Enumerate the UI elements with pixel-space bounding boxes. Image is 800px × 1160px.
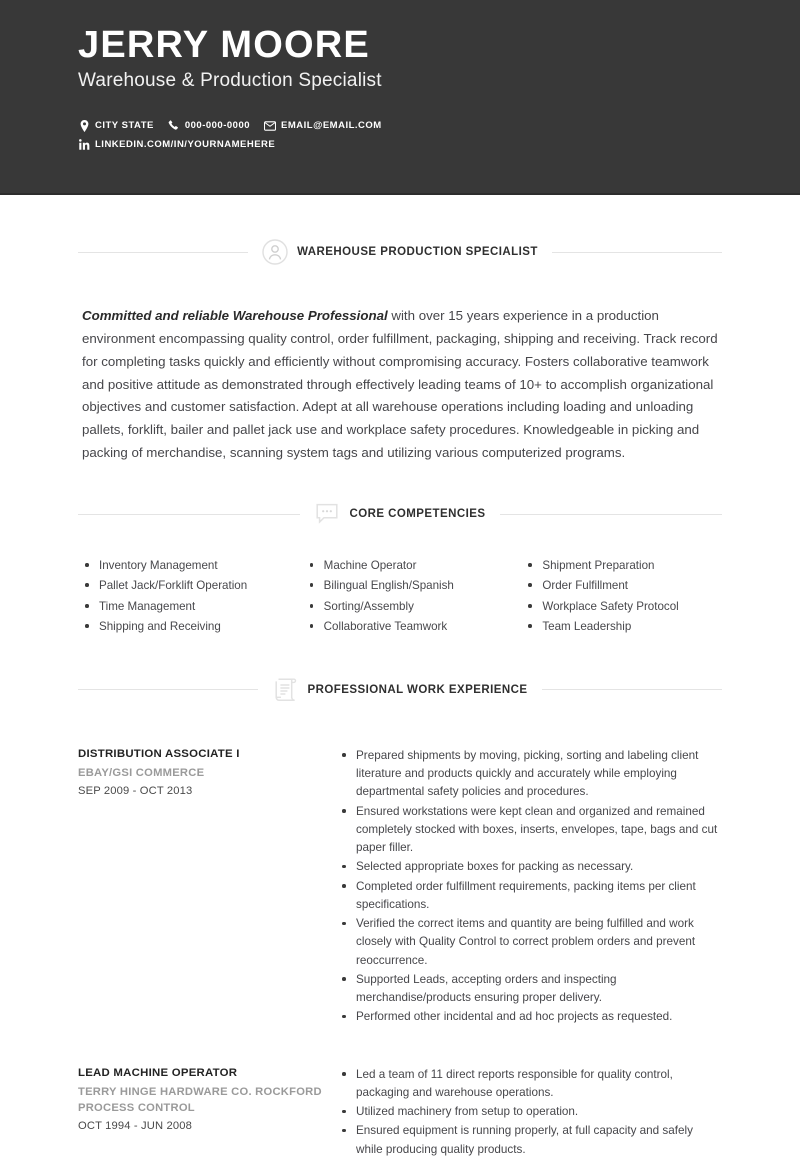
contact-email-text: EMAIL@EMAIL.COM — [281, 120, 382, 132]
job-bullet-list: Led a team of 11 direct reports responsi… — [338, 1066, 722, 1159]
spacer-top — [78, 195, 722, 239]
speech-bubble-icon — [314, 501, 340, 527]
person-circle-icon — [262, 239, 288, 265]
job-bullet-list: Prepared shipments by moving, picking, s… — [338, 747, 722, 1027]
list-item: Pallet Jack/Forklift Operation — [82, 577, 293, 595]
job-dates: SEP 2009 - OCT 2013 — [78, 784, 193, 797]
contact-phone[interactable]: 000-000-0000 — [168, 120, 250, 132]
contact-linkedin-text: LINKEDIN.COM/IN/YOURNAMEHERE — [95, 139, 276, 151]
list-item: Performed other incidental and ad hoc pr… — [338, 1008, 722, 1026]
contact-block: CITY STATE 000-000-0000 EMAIL@EMAIL.COM — [78, 119, 800, 151]
spacer-competencies — [78, 465, 722, 501]
contact-location[interactable]: CITY STATE — [78, 119, 154, 132]
list-item: Selected appropriate boxes for packing a… — [338, 858, 722, 876]
list-item: Led a team of 11 direct reports responsi… — [338, 1066, 722, 1103]
divider-right — [551, 251, 722, 253]
candidate-name: JERRY MOORE — [78, 24, 370, 66]
job-company: TERRY HINGE HARDWARE CO. ROCKFORD PROCES… — [78, 1086, 322, 1115]
experience-details: Led a team of 11 direct reports responsi… — [336, 1066, 722, 1160]
divider-left — [78, 251, 249, 253]
list-item: Shipping and Receiving — [82, 618, 293, 636]
section-heading-center: CORE COMPETENCIES — [300, 501, 499, 527]
experience-meta: LEAD MACHINE OPERATOR TERRY HINGE HARDWA… — [78, 1066, 336, 1160]
list-item: Machine Operator — [307, 557, 508, 575]
spacer-jobs — [78, 703, 722, 747]
scroll-document-icon — [272, 677, 298, 703]
candidate-job-title: Warehouse & Production Specialist — [78, 69, 382, 91]
divider-right — [541, 689, 722, 691]
list-item: Verified the correct items and quantity … — [338, 915, 722, 970]
list-item: Inventory Management — [82, 557, 293, 575]
list-item: Supported Leads, accepting orders and in… — [338, 971, 722, 1008]
list-item: Utilized machinery from setup to operati… — [338, 1103, 722, 1121]
competency-column-2: Machine Operator Bilingual English/Spani… — [293, 557, 508, 639]
divider-left — [78, 513, 301, 515]
section-title-summary: WAREHOUSE PRODUCTION SPECIALIST — [297, 246, 538, 258]
competency-list: Machine Operator Bilingual English/Spani… — [307, 557, 508, 636]
list-item: Sorting/Assembly — [307, 598, 508, 616]
list-item: Workplace Safety Protocol — [525, 598, 722, 616]
section-title-experience: PROFESSIONAL WORK EXPERIENCE — [307, 683, 528, 696]
job-role: DISTRIBUTION ASSOCIATE I — [78, 747, 240, 760]
section-heading-summary: WAREHOUSE PRODUCTION SPECIALIST — [78, 239, 722, 265]
contact-email[interactable]: EMAIL@EMAIL.COM — [264, 120, 382, 132]
competency-list: Shipment Preparation Order Fulfillment W… — [525, 557, 722, 636]
list-item: Prepared shipments by moving, picking, s… — [338, 747, 722, 802]
list-item: Shipment Preparation — [525, 557, 722, 575]
list-item: Bilingual English/Spanish — [307, 577, 508, 595]
divider-right — [499, 513, 722, 515]
spacer-experience — [78, 639, 722, 677]
contact-line-linkedin: LINKEDIN.COM/IN/YOURNAMEHERE — [78, 139, 800, 151]
resume-header: JERRY MOORE Warehouse & Production Speci… — [0, 0, 800, 195]
experience-details: Prepared shipments by moving, picking, s… — [336, 747, 722, 1028]
location-pin-icon — [78, 119, 90, 132]
spacer-competency-list — [78, 527, 722, 557]
list-item: Completed order fulfillment requirements… — [338, 878, 722, 915]
job-role: LEAD MACHINE OPERATOR — [78, 1066, 238, 1079]
contact-location-text: CITY STATE — [95, 120, 154, 132]
list-item: Ensured equipment is running properly, a… — [338, 1122, 722, 1159]
competency-list: Inventory Management Pallet Jack/Forklif… — [82, 557, 293, 636]
experience-entry: DISTRIBUTION ASSOCIATE I EBAY/GSI COMMER… — [78, 747, 722, 1028]
phone-icon — [168, 120, 180, 132]
section-heading-center: PROFESSIONAL WORK EXPERIENCE — [258, 677, 541, 703]
list-item: Ensured workstations were kept clean and… — [338, 803, 722, 858]
experience-meta: DISTRIBUTION ASSOCIATE I EBAY/GSI COMMER… — [78, 747, 336, 1028]
section-heading-competencies: CORE COMPETENCIES — [78, 501, 722, 527]
resume-body: WAREHOUSE PRODUCTION SPECIALIST Committe… — [0, 195, 800, 1160]
list-item: Order Fulfillment — [525, 577, 722, 595]
contact-linkedin[interactable]: LINKEDIN.COM/IN/YOURNAMEHERE — [78, 139, 275, 151]
job-company: EBAY/GSI COMMERCE — [78, 767, 205, 780]
competency-column-3: Shipment Preparation Order Fulfillment W… — [507, 557, 722, 639]
section-title-competencies: CORE COMPETENCIES — [349, 508, 486, 521]
section-heading-experience: PROFESSIONAL WORK EXPERIENCE — [78, 677, 722, 703]
section-heading-center: WAREHOUSE PRODUCTION SPECIALIST — [248, 239, 552, 265]
envelope-icon — [264, 120, 277, 132]
professional-summary: Committed and reliable Warehouse Profess… — [78, 305, 722, 465]
spacer-between-jobs — [78, 1042, 722, 1066]
contact-line-primary: CITY STATE 000-000-0000 EMAIL@EMAIL.COM — [78, 119, 800, 132]
contact-phone-text: 000-000-0000 — [184, 120, 251, 132]
competencies-columns: Inventory Management Pallet Jack/Forklif… — [78, 557, 722, 639]
summary-body: with over 15 years experience in a produ… — [82, 308, 718, 461]
linkedin-icon — [78, 139, 90, 151]
list-item: Team Leadership — [525, 618, 722, 636]
list-item: Time Management — [82, 598, 293, 616]
job-dates: OCT 1994 - JUN 2008 — [78, 1119, 192, 1132]
competency-column-1: Inventory Management Pallet Jack/Forklif… — [78, 557, 293, 639]
spacer-summary — [78, 265, 722, 305]
list-item: Collaborative Teamwork — [307, 618, 508, 636]
summary-lead: Committed and reliable Warehouse Profess… — [82, 308, 388, 323]
experience-entry: LEAD MACHINE OPERATOR TERRY HINGE HARDWA… — [78, 1066, 722, 1160]
divider-left — [78, 689, 259, 691]
